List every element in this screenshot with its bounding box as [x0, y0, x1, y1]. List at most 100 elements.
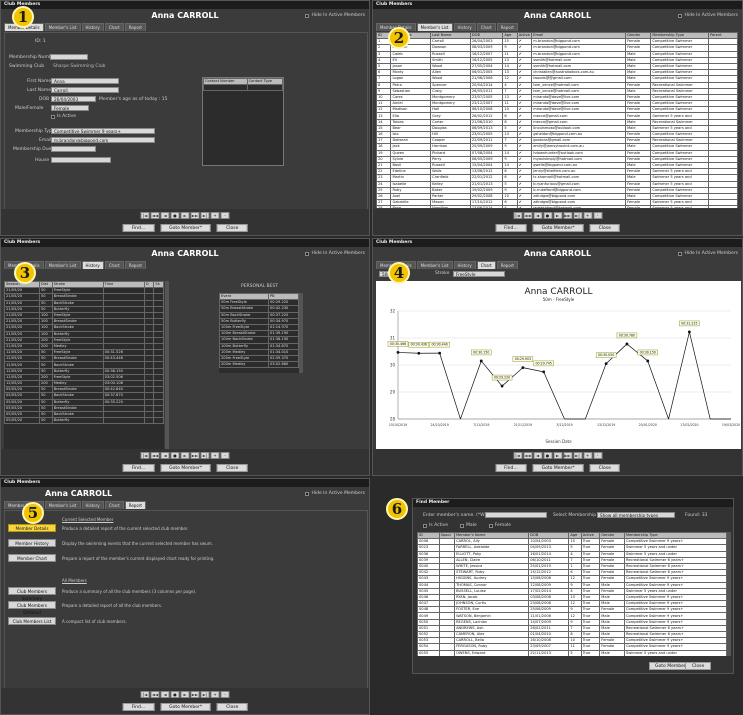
nav-button-2[interactable]: ◄ — [533, 452, 542, 459]
member-details-report-button[interactable]: Member Details — [8, 524, 56, 532]
close-button[interactable]: Close — [589, 464, 620, 472]
nav-button-3[interactable]: ● — [543, 452, 552, 459]
close-button[interactable]: Close — [685, 662, 712, 670]
nav-button-5[interactable]: ►► — [190, 691, 200, 698]
stroke-select[interactable]: FreeStyle — [453, 271, 505, 277]
nav-button-7[interactable]: + — [210, 212, 220, 219]
table-row[interactable]: 0046 RYAN, Jacob 03/08/2008 10 True Male Compe… — [417, 593, 727, 602]
nav-button-0[interactable]: |◄ — [140, 452, 150, 459]
find-scrollbar[interactable] — [727, 532, 731, 656]
nav-button-8[interactable]: - — [220, 691, 230, 698]
nav-button-5[interactable]: ►► — [190, 212, 200, 219]
nav-button-7[interactable]: + — [583, 212, 592, 219]
tab-members-list[interactable]: Member's List — [44, 23, 81, 31]
tab-members-list[interactable]: Member's List — [416, 23, 453, 31]
tab-history[interactable]: History — [453, 261, 476, 269]
nav-button-0[interactable]: |◄ — [513, 212, 522, 219]
tab-report[interactable]: Report — [496, 261, 518, 269]
find-button[interactable]: Find... — [495, 464, 527, 472]
find-results-grid[interactable]: ID Spool Member's Name DOB Age Active Gender Me… — [417, 532, 727, 656]
gender-select[interactable]: Female — [51, 105, 89, 111]
goto-member-button[interactable]: Goto Member* — [160, 703, 212, 711]
nav-button-1[interactable]: ◄◄ — [150, 212, 160, 219]
nav-button-2[interactable]: ◄ — [160, 212, 170, 219]
tab-chart[interactable]: Chart — [104, 23, 124, 31]
nav-button-6[interactable]: ►| — [573, 452, 582, 459]
col-active[interactable]: Active — [516, 32, 533, 40]
hide-inactive-checkbox[interactable]: Hide In Active Members — [678, 251, 738, 256]
contacts-grid[interactable]: Contact Number Contact Type — [202, 77, 284, 166]
nav-button-0[interactable]: |◄ — [140, 212, 150, 219]
close-button[interactable]: Close — [217, 464, 248, 472]
tab-chart[interactable]: Chart — [476, 23, 496, 31]
nav-button-3[interactable]: ● — [170, 452, 180, 459]
hide-inactive-checkbox[interactable]: Hide In Active Members — [678, 13, 738, 18]
tab-report[interactable]: Report — [124, 501, 146, 509]
tab-history[interactable]: History — [81, 23, 104, 31]
nav-button-1[interactable]: ◄◄ — [150, 452, 160, 459]
nav-button-3[interactable]: ● — [170, 691, 180, 698]
member-history-report-button[interactable]: Member History — [8, 539, 56, 547]
is-active-checkbox[interactable]: Is Active — [51, 114, 76, 119]
nav-button-4[interactable]: ► — [180, 212, 190, 219]
personal-best-grid[interactable]: Event PB 50m FreeStyle 00:29.220 50m Breast… — [219, 293, 299, 373]
tab-report[interactable]: Report — [496, 23, 518, 31]
tab-chart[interactable]: Chart — [104, 501, 124, 509]
nav-button-1[interactable]: ◄◄ — [523, 212, 532, 219]
table-row[interactable]: 0051 ANDREWS, Ash 28/02/2011 7 True Male Recre… — [417, 624, 727, 633]
table-row[interactable]: 05/05/20 50 Butterfly — [4, 417, 164, 425]
nav-button-8[interactable]: - — [220, 212, 230, 219]
tab-members-list[interactable]: Member's List — [44, 501, 81, 509]
tab-report[interactable]: Report — [124, 23, 146, 31]
close-button[interactable]: Close — [589, 224, 620, 232]
personal-best-scrollbar[interactable] — [299, 293, 303, 373]
close-button[interactable]: Close — [217, 224, 248, 232]
filter-active-checkbox[interactable]: Is Active — [423, 523, 448, 528]
table-row[interactable]: 200m Medley 03:02.660 — [219, 361, 299, 369]
nav-button-7[interactable]: + — [583, 452, 592, 459]
nav-button-2[interactable]: ◄ — [533, 212, 542, 219]
member-chart-report-button[interactable]: Member Chart — [8, 554, 56, 562]
table-row[interactable]: 0043 HIGGINS, Audrey 15/08/2006 12 True Femal… — [417, 575, 727, 583]
nav-button-0[interactable]: |◄ — [513, 452, 522, 459]
nav-button-0[interactable]: |◄ — [140, 691, 150, 698]
table-row[interactable]: 0040 WHITE, Jessica 25/01/2019 1 True Female R… — [417, 562, 727, 571]
search-input[interactable] — [485, 512, 547, 518]
nav-button-5[interactable]: ►► — [563, 452, 572, 459]
history-scrollbar[interactable] — [165, 281, 169, 449]
table-row[interactable]: 0048 FOSTER, Eve 25/06/2009 9 True Female Comp… — [417, 606, 727, 614]
house-select[interactable] — [51, 157, 111, 163]
club-members-detailed-button[interactable]: Club Members Detailed — [8, 601, 56, 615]
tab-chart[interactable]: Chart — [104, 261, 124, 269]
nav-button-8[interactable]: - — [220, 452, 230, 459]
tab-history[interactable]: History — [453, 23, 476, 31]
nav-button-7[interactable]: + — [210, 452, 220, 459]
nav-button-6[interactable]: ►| — [200, 452, 210, 459]
tab-members-list[interactable]: Member's List — [44, 261, 81, 269]
dob-field[interactable]: 26/04/2003 — [51, 96, 96, 102]
filter-female-checkbox[interactable]: Female — [488, 523, 511, 528]
membership-due-field[interactable] — [51, 146, 96, 152]
find-button[interactable]: Find... — [495, 224, 527, 232]
goto-member-button[interactable]: Goto Member* — [160, 224, 212, 232]
membership-type-select[interactable]: Show all membership types — [597, 512, 675, 518]
table-row[interactable]: 0050 REGENS, Lachlan 14/07/2009 9 True Male Co… — [417, 618, 727, 626]
tab-history[interactable]: History — [81, 261, 104, 269]
nav-button-5[interactable]: ►► — [563, 212, 572, 219]
nav-button-6[interactable]: ►| — [200, 212, 210, 219]
hide-inactive-checkbox[interactable]: Hide In Active Members — [305, 13, 365, 18]
hide-inactive-checkbox[interactable]: Hide In Active Members — [305, 251, 365, 256]
nav-button-4[interactable]: ► — [553, 452, 562, 459]
goto-member-button[interactable]: Goto Member* — [532, 464, 584, 472]
goto-member-button[interactable]: Goto Member* — [160, 464, 212, 472]
email-field[interactable]: m.brandon@bigpond.com — [51, 137, 155, 143]
membership-type-select[interactable]: Competitive Swimmer 9 years+ — [51, 128, 155, 134]
nav-button-1[interactable]: ◄◄ — [150, 691, 160, 698]
tab-history[interactable]: History — [81, 501, 104, 509]
club-members-list-button[interactable]: Club Members List — [8, 617, 56, 625]
filter-male-checkbox[interactable]: Male — [460, 523, 477, 528]
table-row[interactable]: 0044 THOMAS, Connor 12/08/2009 9 True Male Com… — [417, 581, 727, 589]
last-name-field[interactable]: Carroll — [51, 87, 119, 93]
table-row[interactable]: 0052 CAMERON, Alex 01/04/2010 8 True Male Recr… — [417, 630, 727, 639]
nav-button-2[interactable]: ◄ — [160, 452, 170, 459]
